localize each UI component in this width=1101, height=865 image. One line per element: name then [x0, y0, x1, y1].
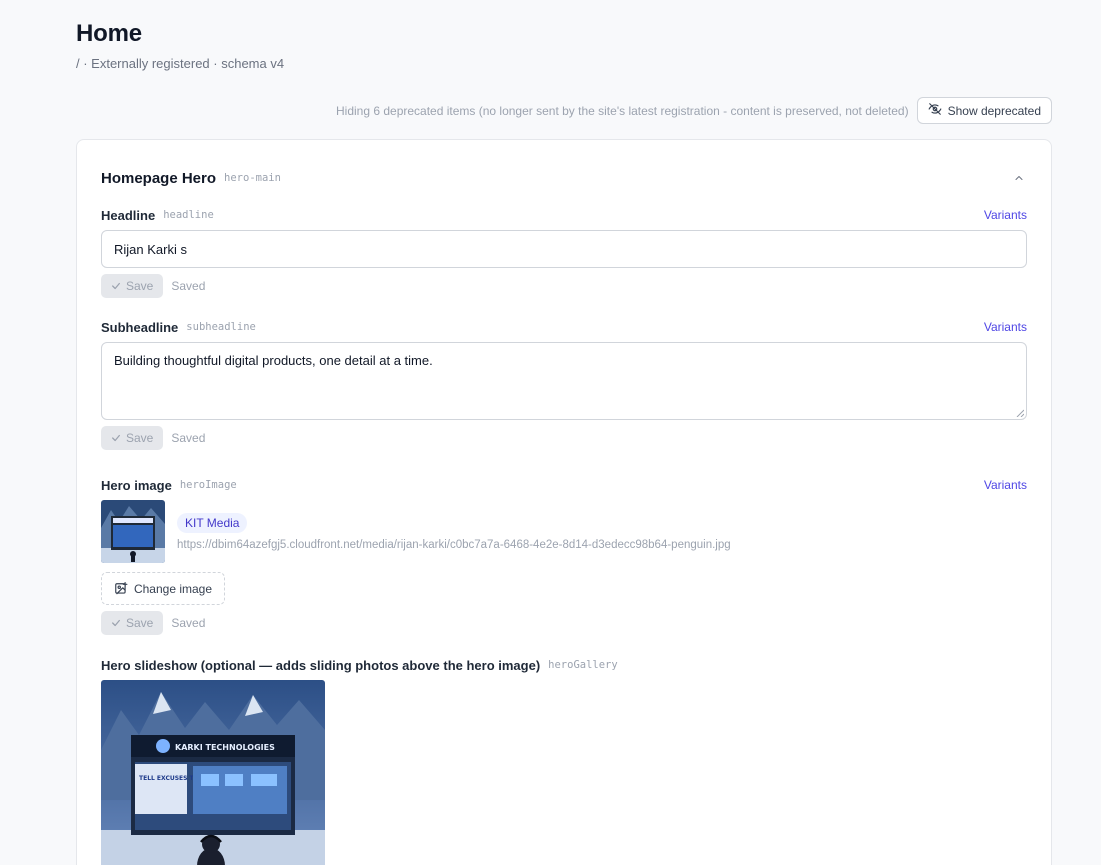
save-label: Save	[126, 279, 154, 293]
media-source-badge: KIT Media	[177, 513, 248, 533]
hero-gallery-key: heroGallery	[548, 659, 618, 671]
chevron-up-icon	[1015, 176, 1023, 180]
show-deprecated-button[interactable]: Show deprecated	[916, 97, 1052, 124]
hero-gallery-image[interactable]: KARKI TECHNOLOGIES TELL EXCUSES TO FREEZ…	[101, 680, 325, 865]
collapse-button[interactable]	[1011, 170, 1027, 186]
hero-section-card: Homepage Hero hero-main Headline headlin…	[76, 139, 1052, 865]
save-label: Save	[126, 431, 154, 445]
section-key: hero-main	[224, 172, 281, 184]
eye-off-icon	[928, 102, 942, 119]
check-icon	[112, 619, 120, 627]
deprecated-note: Hiding 6 deprecated items (no longer sen…	[335, 103, 909, 118]
show-deprecated-label: Show deprecated	[947, 103, 1041, 118]
change-image-label: Change image	[133, 581, 213, 596]
headline-save-button[interactable]: Save	[101, 274, 164, 298]
page-title: Home	[76, 20, 142, 47]
hero-image-save-button[interactable]: Save	[101, 611, 164, 635]
section-header: Homepage Hero hero-main	[101, 168, 1027, 188]
hero-image-status: Saved	[171, 616, 206, 630]
headline-field: Headline headline Variants Rijan Karki s…	[101, 206, 1027, 298]
hero-gallery-field: Hero slideshow (optional — adds sliding …	[101, 656, 1027, 865]
subheadline-key: subheadline	[186, 321, 256, 333]
subheadline-variants-link[interactable]: Variants	[984, 320, 1027, 334]
subheadline-textarea[interactable]: Building thoughtful digital products, on…	[101, 342, 1027, 420]
check-icon	[112, 434, 120, 442]
hero-image-label: Hero image	[101, 477, 172, 493]
hero-image-variants-link[interactable]: Variants	[984, 478, 1027, 492]
headline-status: Saved	[171, 279, 206, 293]
hero-image-thumbnail[interactable]	[101, 500, 165, 563]
breadcrumb: / · Externally registered · schema v4	[76, 56, 285, 71]
subheadline-field: Subheadline subheadline Variants Buildin…	[101, 318, 1027, 450]
change-image-button[interactable]: Change image	[101, 572, 225, 605]
subheadline-save-button[interactable]: Save	[101, 426, 164, 450]
hero-image-url: https://dbim64azefgj5.cloudfront.net/med…	[177, 539, 731, 551]
save-label: Save	[126, 616, 154, 630]
check-icon	[112, 282, 120, 290]
headline-label: Headline	[101, 207, 156, 223]
headline-key: headline	[163, 209, 214, 221]
store-sign-text: KARKI TECHNOLOGIES	[175, 743, 275, 752]
subheadline-value: Building thoughtful digital products, on…	[114, 353, 433, 368]
hero-gallery-label: Hero slideshow (optional — adds sliding …	[101, 657, 541, 673]
hero-image-key: heroImage	[179, 479, 237, 491]
subheadline-label: Subheadline	[101, 319, 179, 335]
deprecated-bar: Hiding 6 deprecated items (no longer sen…	[336, 97, 1052, 124]
headline-variants-link[interactable]: Variants	[984, 208, 1027, 222]
resize-grip-icon[interactable]	[1016, 409, 1024, 417]
section-title: Homepage Hero	[101, 169, 217, 187]
hero-image-field: Hero image heroImage Variants KIT Media …	[101, 476, 1027, 635]
headline-input[interactable]: Rijan Karki s	[101, 230, 1027, 268]
subheadline-status: Saved	[171, 431, 206, 445]
image-plus-icon	[115, 581, 128, 594]
